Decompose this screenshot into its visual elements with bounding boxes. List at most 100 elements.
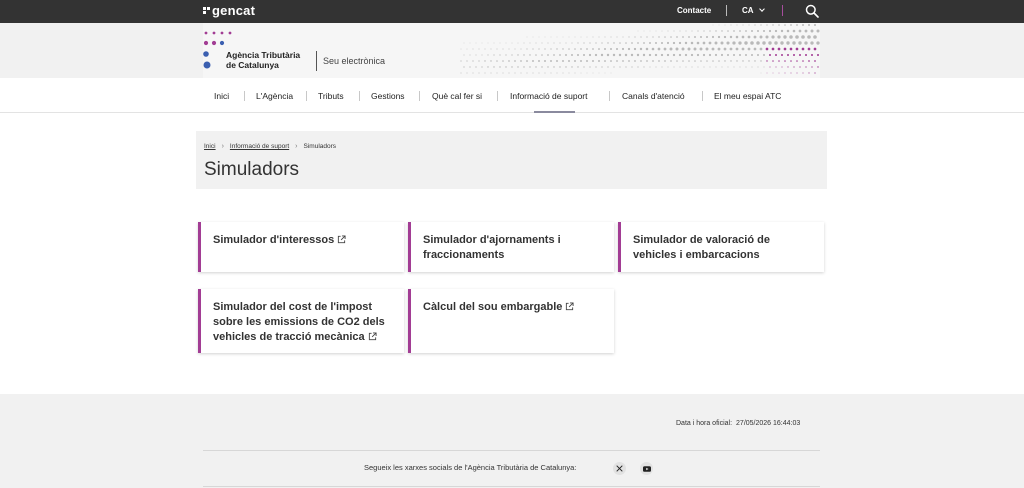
card-title: Càlcul del sou embargable <box>423 300 604 315</box>
pattern-dot <box>496 60 498 62</box>
pattern-dot <box>637 42 639 44</box>
pattern-dot <box>760 24 762 26</box>
pattern-dot <box>751 66 753 68</box>
pattern-dot <box>634 36 636 38</box>
pattern-dot <box>571 54 573 56</box>
search-icon[interactable] <box>805 4 819 18</box>
pattern-dot <box>475 54 477 56</box>
pattern-dot <box>682 36 684 38</box>
language-selector[interactable]: CA <box>742 6 765 15</box>
pattern-dot <box>598 72 600 74</box>
youtube-icon[interactable] <box>640 462 653 475</box>
pattern-dot <box>463 66 465 68</box>
agency-name[interactable]: Agència Tributària de Catalunya <box>226 50 300 70</box>
card-simulador-valoracio-vehicles[interactable]: Simulador de valoració de vehicles i emb… <box>618 222 824 272</box>
pattern-dot <box>762 53 766 57</box>
pattern-dot <box>660 53 664 57</box>
pattern-dot <box>643 30 645 32</box>
pattern-dot <box>502 72 504 74</box>
pattern-dot <box>762 29 766 33</box>
x-icon[interactable] <box>613 462 626 475</box>
pattern-dot <box>670 36 672 38</box>
pattern-dot <box>559 54 561 56</box>
pattern-dot <box>559 42 561 44</box>
pattern-dot <box>633 47 637 51</box>
nav-item-gestions[interactable]: Gestions <box>371 91 405 101</box>
footer-divider <box>203 486 820 487</box>
dotted-pattern-decoration <box>460 23 820 74</box>
pattern-dot <box>796 72 798 74</box>
pattern-dot <box>493 66 495 68</box>
pattern-dot <box>811 66 813 68</box>
card-simulador-cost-impost-co2[interactable]: Simulador del cost de l'impost sobre les… <box>198 289 404 353</box>
pattern-dot <box>577 42 579 44</box>
pattern-dot <box>658 60 660 62</box>
nav-item-canals-d-atencio[interactable]: Canals d'atenció <box>622 91 685 101</box>
card-title: Simulador de valoració de vehicles i emb… <box>633 234 770 261</box>
pattern-dot <box>792 41 796 45</box>
pattern-dot <box>606 53 610 57</box>
pattern-dot <box>481 42 483 44</box>
card-calcul-sou-embargable[interactable]: Càlcul del sou embargable <box>408 289 614 353</box>
breadcrumb-item-informacio-de-suport[interactable]: Informació de suport <box>230 143 289 150</box>
nav-separator <box>609 91 610 101</box>
card-simulador-ajornaments[interactable]: Simulador d'ajornaments i fraccionaments <box>408 222 614 272</box>
pattern-dot <box>654 53 658 57</box>
pattern-dot <box>780 53 784 57</box>
pattern-dot <box>804 53 808 57</box>
breadcrumb-item-inici[interactable]: Inici <box>204 143 216 150</box>
nav-item-que-cal-fer-si[interactable]: Què cal fer si <box>432 91 482 101</box>
pattern-dot <box>678 53 682 57</box>
nav-item-inici[interactable]: Inici <box>214 91 229 101</box>
pattern-dot <box>816 53 820 57</box>
pattern-dot <box>727 66 729 68</box>
pattern-dot <box>613 42 615 44</box>
footer: Data i hora oficial: 27/05/2026 16:44:03 … <box>0 394 1024 488</box>
contact-link[interactable]: Contacte <box>677 6 711 15</box>
pattern-dot <box>592 48 594 50</box>
pattern-dot <box>814 60 816 62</box>
site-name: Seu electrònica <box>323 56 386 66</box>
pattern-dot <box>634 60 636 62</box>
pattern-dot <box>607 66 609 68</box>
pattern-dot <box>747 35 751 39</box>
pattern-dot <box>478 48 480 50</box>
card-simulador-interessos[interactable]: Simulador d'interessos <box>198 222 404 272</box>
pattern-dot <box>651 47 655 51</box>
pattern-dot <box>541 42 543 44</box>
pattern-dot <box>490 48 492 50</box>
nav-item-el-meu-espai-atc[interactable]: El meu espai ATC <box>714 91 781 101</box>
pattern-dot <box>556 60 558 62</box>
pattern-dot <box>727 30 729 32</box>
pattern-dot <box>795 35 799 39</box>
pattern-dot <box>723 47 727 51</box>
pattern-dot <box>526 36 528 38</box>
pattern-dot <box>568 72 570 74</box>
pattern-dot <box>595 42 597 44</box>
nav-item-informacio-de-suport[interactable]: Informació de suport <box>510 91 587 101</box>
pattern-dot <box>645 47 649 51</box>
card-title: Simulador del cost de l'impost sobre les… <box>213 301 385 343</box>
pattern-dot <box>612 53 616 57</box>
pattern-dot <box>553 42 555 44</box>
pattern-dot <box>765 47 769 51</box>
nav-separator <box>702 91 703 101</box>
pattern-dot <box>487 66 489 68</box>
pattern-dot <box>661 66 663 68</box>
pattern-dot <box>717 35 721 39</box>
pattern-dot <box>514 48 516 50</box>
pattern-dot <box>774 29 778 33</box>
nav-item-tributs[interactable]: Tributs <box>318 91 344 101</box>
pattern-dot <box>729 47 733 51</box>
pattern-dot <box>463 42 465 44</box>
gencat-logo[interactable]: gencat <box>203 3 255 18</box>
pattern-dot <box>705 47 709 51</box>
pattern-dot <box>756 41 760 45</box>
pattern-dot <box>717 47 721 51</box>
pattern-dot <box>627 47 631 51</box>
nav-item-agencia[interactable]: L'Agència <box>256 91 293 101</box>
pattern-dot <box>816 29 820 33</box>
pattern-dot <box>684 53 688 57</box>
pattern-dot <box>478 60 480 62</box>
pattern-dot <box>804 41 808 45</box>
